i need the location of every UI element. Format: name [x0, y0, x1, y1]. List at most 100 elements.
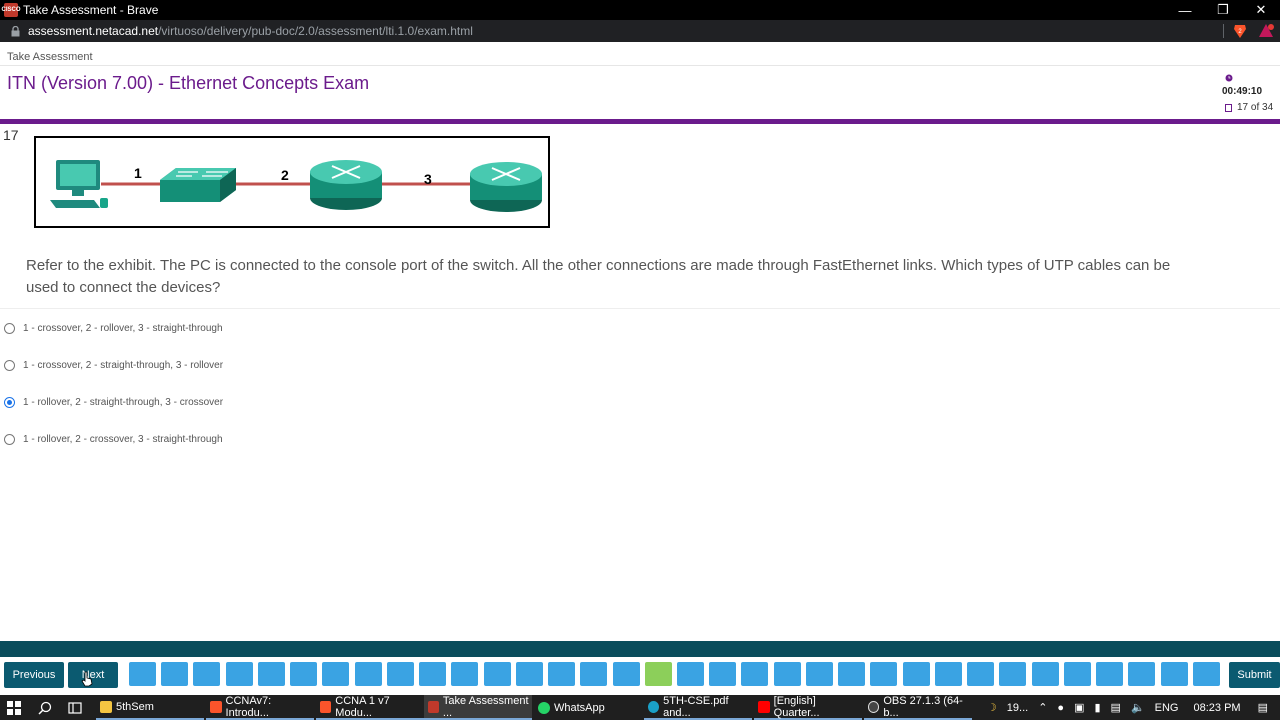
notification-icon[interactable]: ▤ — [1258, 701, 1268, 714]
taskbar-item-edge[interactable]: 5TH-CSE.pdf and... — [644, 695, 752, 720]
answer-option[interactable]: 1 - crossover, 2 - rollover, 3 - straigh… — [4, 320, 223, 336]
next-button[interactable]: Next — [68, 662, 118, 688]
question-nav-button[interactable] — [1096, 662, 1123, 686]
search-icon[interactable] — [38, 701, 52, 715]
question-nav-button[interactable] — [1161, 662, 1188, 686]
question-nav-button[interactable] — [613, 662, 640, 686]
taskbar-item-take-assessment[interactable]: Take Assessment ... — [424, 695, 532, 720]
question-nav-button[interactable] — [580, 662, 607, 686]
taskbar-item-whatsapp[interactable]: WhatsApp — [534, 695, 642, 720]
question-nav-button[interactable] — [1064, 662, 1091, 686]
question-nav-button[interactable] — [870, 662, 897, 686]
question-nav-button[interactable] — [161, 662, 188, 686]
question-nav-button[interactable] — [709, 662, 736, 686]
language-indicator[interactable]: ENG — [1155, 702, 1179, 714]
weather-icon[interactable]: ☽ — [987, 701, 997, 714]
volume-icon[interactable]: 🔈 — [1131, 701, 1145, 714]
taskbar-item-obs[interactable]: OBS 27.1.3 (64-b... — [864, 695, 972, 720]
question-nav-button[interactable] — [355, 662, 382, 686]
camera-icon[interactable]: ▣ — [1074, 701, 1084, 714]
question-nav-button[interactable] — [387, 662, 414, 686]
clock-icon — [1225, 74, 1233, 82]
window-title: Take Assessment - Brave — [23, 3, 159, 17]
exam-timer: 00:49:10 — [1222, 86, 1263, 97]
question-nav-button[interactable] — [967, 662, 994, 686]
question-nav-button[interactable] — [290, 662, 317, 686]
question-nav-button[interactable] — [806, 662, 833, 686]
question-buttons — [129, 662, 1225, 688]
question-nav-button[interactable] — [1128, 662, 1155, 686]
question-nav-button[interactable] — [419, 662, 446, 686]
chevron-up-icon[interactable]: ⌃ — [1038, 701, 1047, 714]
question-nav-button[interactable] — [1193, 662, 1220, 686]
question-nav-button[interactable] — [548, 662, 575, 686]
question-nav-button[interactable] — [838, 662, 865, 686]
question-nav-button[interactable] — [903, 662, 930, 686]
close-icon[interactable]: ✕ — [1242, 0, 1280, 20]
question-nav-button[interactable] — [322, 662, 349, 686]
taskbar-item-brave[interactable]: CCNAv7: Introdu... — [206, 695, 314, 720]
question-nav-button[interactable] — [999, 662, 1026, 686]
clock[interactable]: 08:23 PM — [1194, 702, 1241, 714]
previous-button[interactable]: Previous — [4, 662, 64, 688]
cisco-app-icon: CISCO — [2, 3, 21, 17]
answer-label[interactable]: 1 - crossover, 2 - straight-through, 3 -… — [23, 360, 223, 371]
question-number: 17 — [3, 127, 19, 143]
document-icon — [1225, 104, 1232, 112]
taskbar-item-folder[interactable]: 5thSem — [96, 695, 204, 720]
answer-option[interactable]: 1 - crossover, 2 - straight-through, 3 -… — [4, 357, 223, 373]
minimize-icon[interactable]: — — [1166, 0, 1204, 20]
question-nav-button[interactable] — [226, 662, 253, 686]
answer-option[interactable]: 1 - rollover, 2 - crossover, 3 - straigh… — [4, 431, 223, 447]
question-nav-button[interactable] — [516, 662, 543, 686]
weather-text[interactable]: 19... — [1007, 702, 1028, 714]
network-icon[interactable]: ▤ — [1111, 701, 1121, 714]
question-nav-button[interactable] — [741, 662, 768, 686]
radio-button[interactable] — [4, 433, 15, 445]
question-nav-button[interactable] — [1032, 662, 1059, 686]
breadcrumb: Take Assessment — [7, 51, 93, 63]
question-nav-button[interactable] — [677, 662, 704, 686]
answer-label[interactable]: 1 - rollover, 2 - straight-through, 3 - … — [23, 397, 223, 408]
task-view-icon[interactable] — [68, 701, 82, 715]
question-nav-button[interactable] — [774, 662, 801, 686]
window-title-bar: CISCO Take Assessment - Brave — ❐ ✕ — [0, 0, 1280, 20]
page-title: ITN (Version 7.00) - Ethernet Concepts E… — [7, 73, 370, 93]
brave-rewards-icon[interactable] — [1258, 23, 1274, 39]
radio-button[interactable] — [4, 322, 15, 334]
question-nav-button[interactable] — [451, 662, 478, 686]
brave-shield-icon[interactable]: 2 — [1232, 23, 1248, 39]
windows-start-icon[interactable] — [7, 701, 21, 715]
answer-label[interactable]: 1 - rollover, 2 - crossover, 3 - straigh… — [23, 434, 223, 445]
address-bar[interactable]: assessment.netacad.net/virtuoso/delivery… — [0, 20, 1280, 42]
question-nav-button[interactable] — [484, 662, 511, 686]
cable-label-2: 2 — [281, 167, 289, 183]
brave-icon — [210, 700, 222, 713]
question-nav-button[interactable] — [129, 662, 156, 686]
radio-button[interactable] — [4, 359, 15, 371]
answer-option[interactable]: 1 - rollover, 2 - straight-through, 3 - … — [4, 394, 223, 410]
question-nav-button[interactable] — [935, 662, 962, 686]
submit-button[interactable]: Submit — [1229, 662, 1280, 688]
question-nav-button[interactable] — [193, 662, 220, 686]
url-text[interactable]: assessment.netacad.net/virtuoso/delivery… — [28, 24, 473, 38]
folder-icon — [100, 700, 112, 713]
microphone-icon[interactable]: ● — [1057, 702, 1064, 714]
taskbar-item-brave[interactable]: CCNA 1 v7 Modu... — [316, 695, 424, 720]
radio-button-selected[interactable] — [4, 396, 15, 408]
question-nav-button[interactable] — [258, 662, 285, 686]
switch-icon — [160, 168, 236, 202]
brave-icon — [320, 700, 332, 713]
answer-label[interactable]: 1 - crossover, 2 - rollover, 3 - straigh… — [23, 323, 223, 334]
restore-icon[interactable]: ❐ — [1204, 0, 1242, 20]
router-icon — [310, 160, 382, 210]
taskbar: 5thSem CCNAv7: Introdu... CCNA 1 v7 Modu… — [0, 695, 1280, 720]
question-nav-button[interactable] — [645, 662, 672, 686]
battery-icon[interactable]: ▮ — [1094, 701, 1100, 714]
edge-icon — [648, 700, 660, 713]
cable-label-1: 1 — [134, 165, 142, 181]
taskbar-item-youtube[interactable]: [English] Quarter... — [754, 695, 862, 720]
lock-icon[interactable] — [10, 25, 20, 37]
cable-label-3: 3 — [424, 171, 432, 187]
question-divider — [0, 308, 1280, 309]
